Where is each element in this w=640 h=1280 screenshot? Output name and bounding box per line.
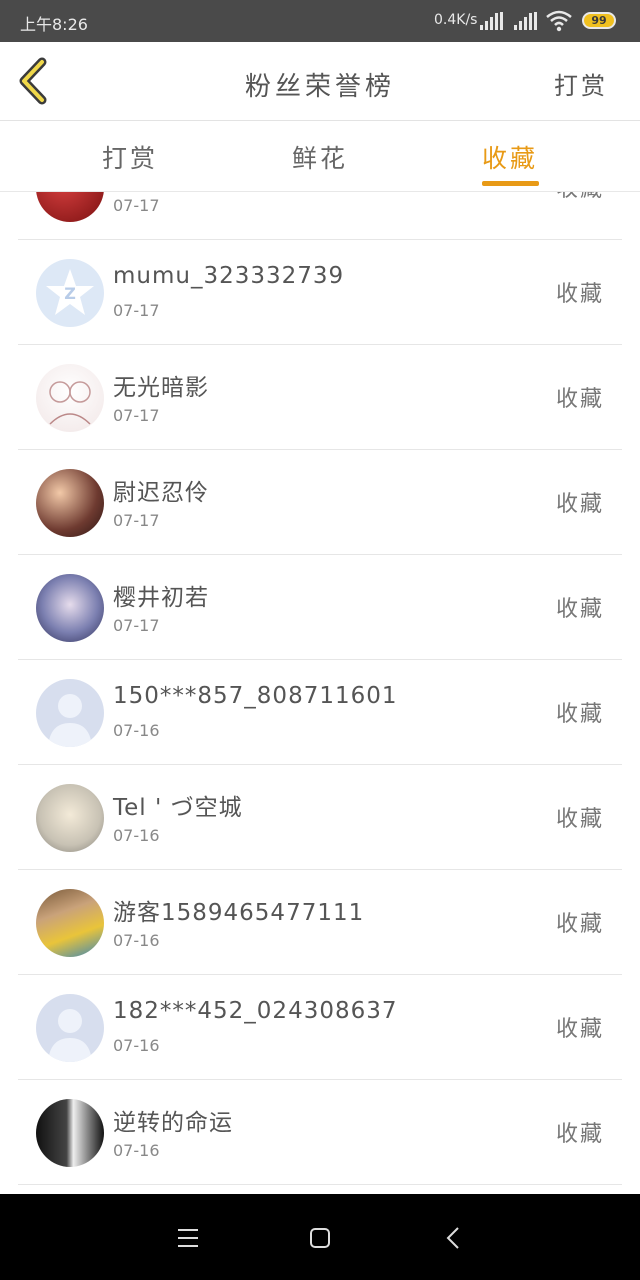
item-date: 07-17: [113, 511, 160, 530]
item-action: 收藏: [555, 492, 604, 517]
item-date: 07-16: [113, 1036, 160, 1055]
fan-list[interactable]: 07-17 收藏 Z mumu_323332739 07-17 收藏 无光暗影 …: [0, 192, 640, 1194]
item-action: 收藏: [555, 702, 604, 727]
list-item[interactable]: 游客1589465477111 07-16 收藏: [18, 870, 622, 975]
list-item[interactable]: 逆转的命运 07-16 收藏: [18, 1080, 622, 1185]
home-icon[interactable]: [302, 1220, 338, 1256]
photo-avatar[interactable]: [36, 889, 104, 957]
anime-avatar[interactable]: [36, 469, 104, 537]
tab-flowers[interactable]: 鲜花: [260, 139, 380, 175]
list-item[interactable]: 07-17 收藏: [18, 192, 622, 240]
item-date: 07-17: [113, 616, 160, 635]
svg-text:Z: Z: [64, 284, 76, 303]
default-avatar[interactable]: [36, 994, 104, 1062]
list-item[interactable]: 无光暗影 07-17 收藏: [18, 345, 622, 450]
item-date: 07-16: [113, 931, 160, 950]
tab-bar: 打赏 鲜花 收藏: [0, 121, 640, 192]
network-speed: 0.4K/s: [434, 12, 478, 28]
item-date: 07-16: [113, 1141, 160, 1160]
anime-avatar[interactable]: [36, 574, 104, 642]
item-action: 收藏: [556, 192, 604, 203]
header: 粉丝荣誉榜 打赏: [0, 42, 640, 121]
signal-icon: [480, 12, 504, 30]
item-date: 07-17: [113, 406, 160, 425]
menu-icon[interactable]: [170, 1220, 206, 1256]
item-action: 收藏: [555, 387, 604, 412]
battery-icon: 99: [582, 12, 616, 29]
item-name: 尉迟忍伶: [113, 480, 209, 506]
avatar[interactable]: [36, 192, 104, 222]
status-time: 上午8:26: [20, 15, 88, 34]
wifi-icon: [546, 10, 572, 32]
item-date: 07-16: [113, 721, 160, 740]
item-date: 07-17: [113, 301, 160, 320]
item-date: 07-16: [113, 826, 160, 845]
list-item[interactable]: Z mumu_323332739 07-17 收藏: [18, 240, 622, 345]
item-action: 收藏: [555, 597, 604, 622]
dark-avatar[interactable]: [36, 1099, 104, 1167]
sketch-avatar[interactable]: [36, 364, 104, 432]
list-item[interactable]: 182***452_024308637 07-16 收藏: [18, 975, 622, 1080]
item-action: 收藏: [555, 1017, 604, 1042]
item-action: 收藏: [555, 282, 604, 307]
active-tab-indicator: [482, 181, 539, 186]
item-name: 150***857_808711601: [113, 683, 398, 709]
page-title: 粉丝荣誉榜: [244, 72, 395, 102]
item-action: 收藏: [555, 1122, 604, 1147]
item-name: 182***452_024308637: [113, 998, 398, 1024]
list-item[interactable]: 尉迟忍伶 07-17 收藏: [18, 450, 622, 555]
list-item[interactable]: 150***857_808711601 07-16 收藏: [18, 660, 622, 765]
signal-icon: [514, 12, 538, 30]
qq-star-avatar[interactable]: Z: [36, 259, 104, 327]
list-item[interactable]: Tel ' づ空城 07-16 收藏: [18, 765, 622, 870]
tab-favorites[interactable]: 收藏: [450, 139, 570, 175]
list-item[interactable]: 樱井初若 07-17 收藏: [18, 555, 622, 660]
default-avatar[interactable]: [36, 679, 104, 747]
tab-tip[interactable]: 打赏: [70, 139, 190, 175]
item-name: 樱井初若: [113, 585, 209, 611]
anime-avatar[interactable]: [36, 784, 104, 852]
item-action: 收藏: [555, 807, 604, 832]
back-icon[interactable]: [436, 1220, 472, 1256]
item-name: 逆转的命运: [113, 1110, 233, 1136]
item-name: Tel ' づ空城: [113, 795, 243, 821]
item-name: mumu_323332739: [113, 263, 345, 289]
item-action: 收藏: [555, 912, 604, 937]
status-bar: 上午8:26 0.4K/s 99: [0, 0, 640, 42]
item-date: 07-17: [113, 196, 160, 215]
tip-button[interactable]: 打赏: [554, 66, 608, 101]
system-nav-bar: [0, 1194, 640, 1280]
item-name: 无光暗影: [113, 375, 209, 401]
item-name: 游客1589465477111: [113, 900, 365, 926]
